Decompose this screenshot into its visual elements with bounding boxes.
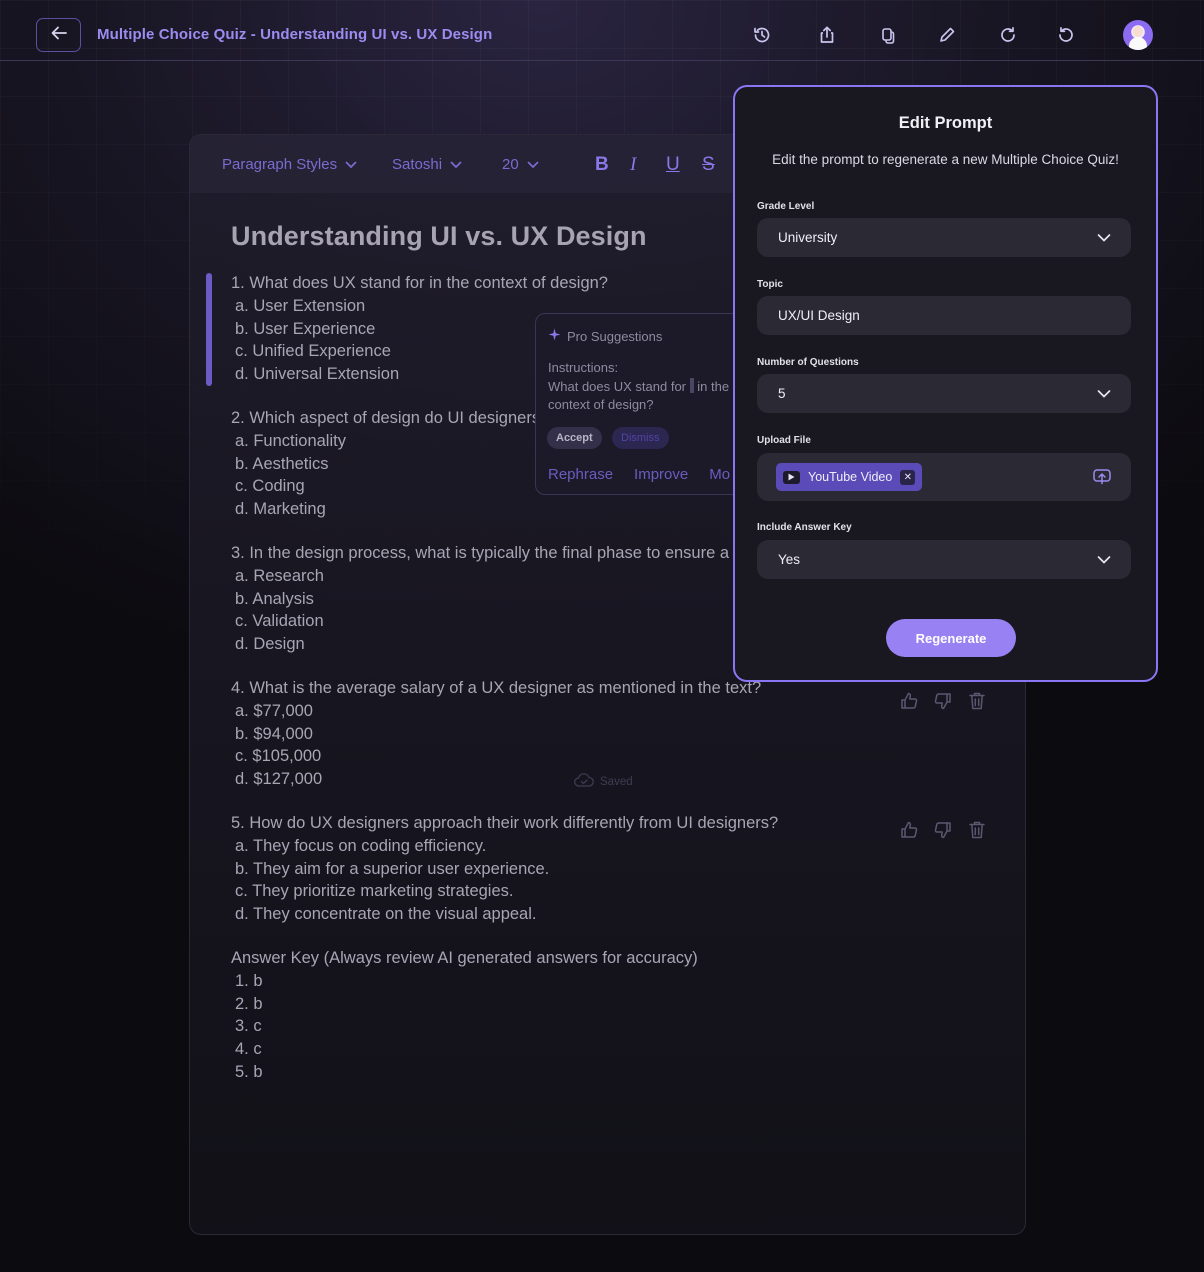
topic-input[interactable]: UX/UI Design xyxy=(757,296,1131,335)
panel-title: Edit Prompt xyxy=(898,114,993,132)
font-label: Satoshi xyxy=(392,156,443,173)
num-questions-value: 5 xyxy=(778,386,786,401)
grade-level-select[interactable]: University xyxy=(757,218,1131,257)
improve-button[interactable]: Improve xyxy=(634,466,688,483)
italic-button[interactable]: I xyxy=(630,154,636,176)
answer-key-item: 2. b xyxy=(235,994,263,1013)
sparkle-icon xyxy=(548,328,561,344)
instructions-label: Instructions: xyxy=(548,360,619,375)
top-bar: Multiple Choice Quiz - Understanding UI … xyxy=(0,0,1204,61)
question-block[interactable]: 5. How do UX designers approach their wo… xyxy=(231,812,991,926)
paragraph-styles-dropdown[interactable]: Paragraph Styles xyxy=(222,156,357,173)
thumbs-up-icon[interactable] xyxy=(898,690,920,712)
answer-key-title: Answer Key (Always review AI generated a… xyxy=(231,948,698,967)
active-block-indicator xyxy=(206,273,212,386)
paragraph-styles-label: Paragraph Styles xyxy=(222,156,338,173)
font-size-label: 20 xyxy=(502,156,519,173)
file-chip-label: YouTube Video xyxy=(808,470,893,484)
chevron-down-icon xyxy=(1097,389,1111,398)
font-dropdown[interactable]: Satoshi xyxy=(392,156,462,173)
regenerate-button[interactable]: Regenerate xyxy=(886,619,1016,657)
share-icon[interactable] xyxy=(816,24,838,46)
answer-key-label: Include Answer Key xyxy=(757,522,852,533)
youtube-icon xyxy=(783,470,800,484)
answer-option: a. $77,000 xyxy=(235,701,313,720)
pro-suggestions-title: Pro Suggestions xyxy=(567,328,663,344)
panel-subtitle: Edit the prompt to regenerate a new Mult… xyxy=(772,152,1119,167)
back-button[interactable] xyxy=(36,18,81,52)
answer-option: a. They focus on coding efficiency. xyxy=(235,836,487,855)
question-text: 5. How do UX designers approach their wo… xyxy=(231,813,779,832)
answer-key-item: 3. c xyxy=(235,1017,262,1036)
chevron-down-icon xyxy=(450,156,462,173)
cloud-check-icon xyxy=(574,773,594,790)
underline-button[interactable]: U xyxy=(666,154,680,176)
pro-actions: Rephrase Improve Mo xyxy=(548,466,730,483)
thumbs-down-icon[interactable] xyxy=(932,690,954,712)
user-avatar[interactable] xyxy=(1123,20,1153,50)
text-cursor xyxy=(689,377,694,393)
bold-button[interactable]: B xyxy=(595,154,609,176)
trash-icon[interactable] xyxy=(966,819,988,841)
pro-suggestions-popover: Pro Suggestions Instructions: What does … xyxy=(535,313,745,495)
saved-status: Saved xyxy=(574,773,633,790)
answer-key-select[interactable]: Yes xyxy=(757,540,1131,579)
dismiss-button[interactable]: Dismiss xyxy=(612,427,669,449)
grade-level-label: Grade Level xyxy=(757,201,815,212)
pro-instructions: Instructions: What does UX stand for in … xyxy=(548,359,744,415)
strikethrough-button[interactable]: S xyxy=(702,154,715,176)
topic-value: UX/UI Design xyxy=(778,308,860,323)
thumbs-up-icon[interactable] xyxy=(898,819,920,841)
question-4-actions xyxy=(898,690,988,712)
answer-key-block[interactable]: Answer Key (Always review AI generated a… xyxy=(231,947,991,1084)
instructions-text: context of design? xyxy=(548,397,654,412)
back-arrow-icon xyxy=(51,26,67,45)
accept-button[interactable]: Accept xyxy=(547,427,602,449)
undo-icon[interactable] xyxy=(1055,24,1077,46)
answer-option: d. They concentrate on the visual appeal… xyxy=(235,905,537,924)
upload-icon[interactable] xyxy=(1093,469,1111,485)
pro-suggestions-header: Pro Suggestions xyxy=(548,328,662,344)
answer-option: c. $105,000 xyxy=(235,747,322,766)
chevron-down-icon xyxy=(1097,555,1111,564)
answer-option: b. They aim for a superior user experien… xyxy=(235,859,550,878)
answer-key-item: 4. c xyxy=(235,1040,262,1059)
answer-option: c. They prioritize marketing strategies. xyxy=(235,882,514,901)
answer-key-item: 1. b xyxy=(235,971,263,990)
chevron-down-icon xyxy=(1097,233,1111,242)
answer-option: b. $94,000 xyxy=(235,724,313,743)
edit-icon[interactable] xyxy=(936,24,958,46)
rephrase-button[interactable]: Rephrase xyxy=(548,466,613,483)
upload-file-label: Upload File xyxy=(757,435,811,446)
answer-key-value: Yes xyxy=(778,552,801,567)
topic-label: Topic xyxy=(757,279,783,290)
chevron-down-icon xyxy=(527,156,539,173)
more-button[interactable]: Mo xyxy=(709,466,730,483)
grade-level-value: University xyxy=(778,230,838,245)
chevron-down-icon xyxy=(345,156,357,173)
thumbs-down-icon[interactable] xyxy=(932,819,954,841)
num-questions-label: Number of Questions xyxy=(757,357,859,368)
question-5-actions xyxy=(898,819,988,841)
answer-key-item: 5. b xyxy=(235,1062,263,1081)
document-title: Multiple Choice Quiz - Understanding UI … xyxy=(97,26,493,43)
copy-icon[interactable] xyxy=(877,24,899,46)
file-chip[interactable]: YouTube Video ✕ xyxy=(776,463,923,491)
instructions-text: in the xyxy=(697,378,730,394)
trash-icon[interactable] xyxy=(966,690,988,712)
font-size-dropdown[interactable]: 20 xyxy=(502,156,539,173)
remove-file-icon[interactable]: ✕ xyxy=(900,469,916,485)
edit-prompt-panel: Edit Prompt Edit the prompt to regenerat… xyxy=(733,85,1158,682)
upload-file-field[interactable]: YouTube Video ✕ xyxy=(757,453,1131,501)
history-icon[interactable] xyxy=(751,24,773,46)
refresh-icon[interactable] xyxy=(997,24,1019,46)
instructions-text: What does UX stand for xyxy=(548,378,687,394)
saved-label: Saved xyxy=(600,775,633,788)
num-questions-select[interactable]: 5 xyxy=(757,374,1131,413)
